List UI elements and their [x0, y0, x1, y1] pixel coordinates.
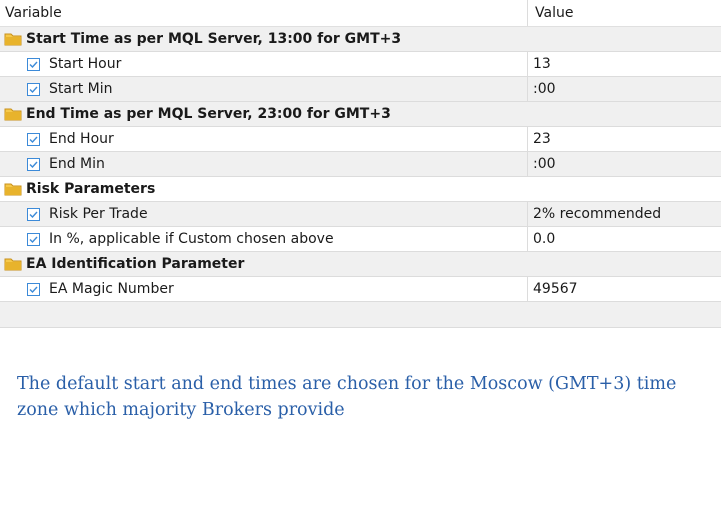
param-label: EA Magic Number: [49, 281, 174, 297]
checkbox-icon[interactable]: [27, 232, 40, 246]
param-value[interactable]: 23: [528, 127, 721, 151]
param-row-end-min[interactable]: End Min :00: [0, 152, 721, 177]
folder-icon: [4, 32, 22, 46]
checkbox-icon[interactable]: [27, 157, 40, 171]
group-label: EA Identification Parameter: [26, 256, 245, 272]
param-label: Start Hour: [49, 56, 122, 72]
explanation-note: The default start and end times are chos…: [17, 374, 677, 420]
group-label: End Time as per MQL Server, 23:00 for GM…: [26, 106, 391, 122]
group-row-ea-identification[interactable]: EA Identification Parameter: [0, 252, 721, 277]
param-row-end-hour[interactable]: End Hour 23: [0, 127, 721, 152]
column-header-value[interactable]: Value: [528, 0, 721, 26]
folder-icon: [4, 182, 22, 196]
checkbox-icon[interactable]: [27, 82, 40, 96]
group-label: Start Time as per MQL Server, 13:00 for …: [26, 31, 402, 47]
param-row-magic-number[interactable]: EA Magic Number 49567: [0, 277, 721, 302]
param-label: End Hour: [49, 131, 114, 147]
group-row-risk[interactable]: Risk Parameters: [0, 177, 721, 202]
folder-icon: [4, 107, 22, 121]
param-row-custom-percent[interactable]: In %, applicable if Custom chosen above …: [0, 227, 721, 252]
param-label: Risk Per Trade: [49, 206, 148, 222]
param-value[interactable]: 2% recommended: [528, 202, 721, 226]
param-value[interactable]: 0.0: [528, 227, 721, 251]
param-row-start-hour[interactable]: Start Hour 13: [0, 52, 721, 77]
grid-header: Variable Value: [0, 0, 721, 27]
param-value[interactable]: 13: [528, 52, 721, 76]
group-label: Risk Parameters: [26, 181, 156, 197]
checkbox-icon[interactable]: [27, 207, 40, 221]
grid-empty-area: [0, 302, 721, 328]
checkbox-icon[interactable]: [27, 132, 40, 146]
param-value[interactable]: :00: [528, 77, 721, 101]
checkbox-icon[interactable]: [27, 57, 40, 71]
folder-icon: [4, 257, 22, 271]
group-row-end-time[interactable]: End Time as per MQL Server, 23:00 for GM…: [0, 102, 721, 127]
param-value[interactable]: :00: [528, 152, 721, 176]
group-row-start-time[interactable]: Start Time as per MQL Server, 13:00 for …: [0, 27, 721, 52]
param-row-risk-per-trade[interactable]: Risk Per Trade 2% recommended: [0, 202, 721, 227]
param-value[interactable]: 49567: [528, 277, 721, 301]
param-label: End Min: [49, 156, 105, 172]
param-label: In %, applicable if Custom chosen above: [49, 231, 334, 247]
param-label: Start Min: [49, 81, 113, 97]
parameters-grid: Variable Value Start Time as per MQL Ser…: [0, 0, 721, 328]
param-row-start-min[interactable]: Start Min :00: [0, 77, 721, 102]
column-header-variable[interactable]: Variable: [0, 0, 528, 26]
checkbox-icon[interactable]: [27, 282, 40, 296]
